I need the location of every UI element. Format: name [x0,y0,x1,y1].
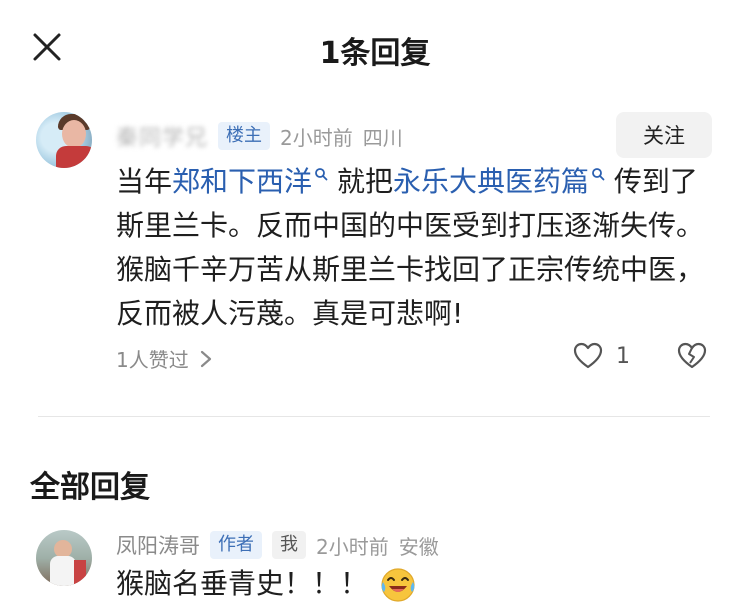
likes-link[interactable]: 1人赞过 [116,344,213,373]
like-action[interactable]: 1 [572,340,630,372]
timestamp: 2小时前 [280,125,353,150]
location: 四川 [362,125,403,150]
page-title: 1条回复 [319,36,431,71]
divider [38,416,710,417]
keyword-link[interactable]: 永乐大典医药篇 [393,165,605,198]
text-segment: 当年 [116,165,173,198]
broken-heart-icon [677,342,707,369]
likes-label: 1人赞过 [116,348,189,372]
host-badge: 楼主 [218,122,271,150]
chevron-right-icon [200,350,211,367]
author-badge: 作者 [210,531,262,559]
like-count: 1 [616,343,630,369]
dislike-button[interactable] [676,340,708,376]
username[interactable]: 秦同学兄 [116,120,208,152]
keyword-text: 郑和下西洋 [172,165,313,198]
section-title: 全部回复 [30,470,150,505]
comment-text: 当年郑和下西洋 就把永乐大典医药篇 传到了斯里兰卡。反而中国的中医受到打压逐渐失… [116,160,716,336]
follow-button[interactable]: 关注 [616,112,712,158]
heart-icon [573,342,603,369]
laughing-crying-emoji-icon [381,568,415,602]
avatar[interactable] [36,530,92,586]
reply-timestamp: 2小时前 [316,534,389,559]
avatar[interactable] [36,112,92,168]
keyword-text: 永乐大典医药篇 [392,165,589,198]
reply-meta: 凤阳涛哥 作者 我 2小时前 安徽 [116,530,439,560]
text-segment: 就把 [336,165,393,198]
me-badge: 我 [272,531,306,559]
reply-username[interactable]: 凤阳涛哥 [116,530,200,560]
reply-text: 猴脑名垂青史！！！ [116,567,369,600]
search-icon [315,167,328,181]
comment-meta: 秦同学兄 楼主 2小时前 四川 [116,120,403,152]
reply-text-row: 猴脑名垂青史！！！ [116,564,418,604]
reply-location: 安徽 [398,534,439,559]
search-icon [592,167,605,181]
keyword-link[interactable]: 郑和下西洋 [172,165,328,198]
header: 1条回复 [0,0,750,96]
